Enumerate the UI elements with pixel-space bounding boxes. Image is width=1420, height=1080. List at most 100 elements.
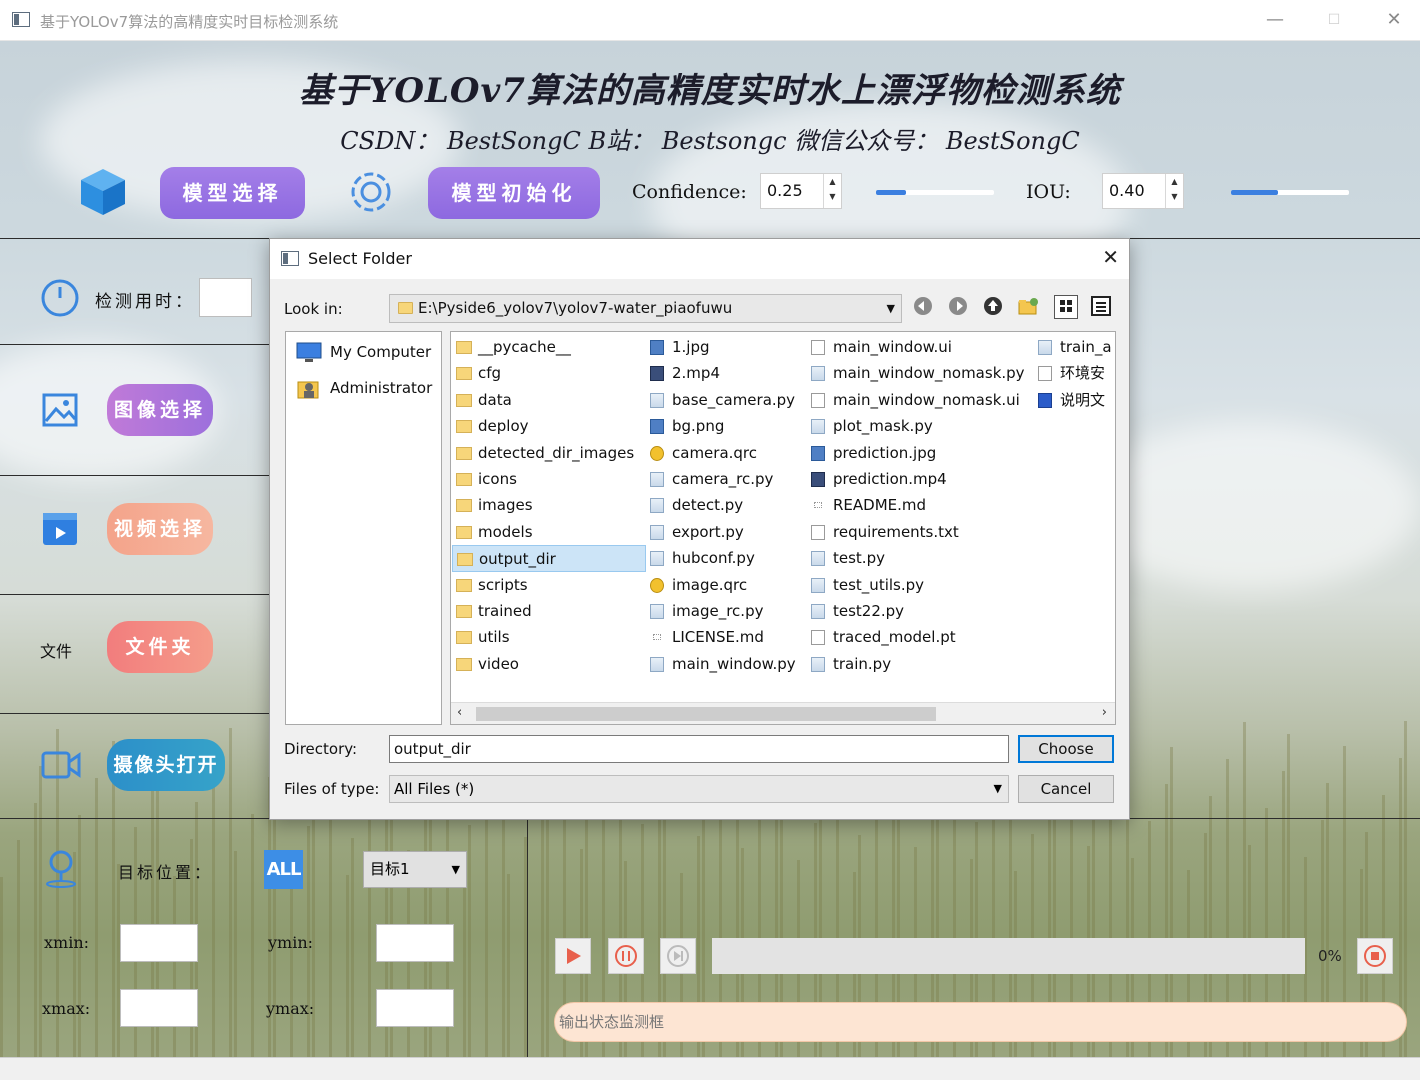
pause-button[interactable] bbox=[608, 938, 644, 974]
confidence-spinbox[interactable]: 0.25 ▲ ▼ bbox=[760, 173, 842, 209]
scrollbar-thumb[interactable] bbox=[476, 707, 936, 721]
places-sidebar: My Computer Administrator bbox=[285, 331, 442, 725]
file-item[interactable]: trained bbox=[452, 598, 646, 624]
back-button[interactable] bbox=[911, 295, 935, 319]
sidebar-item-administrator[interactable]: Administrator bbox=[330, 379, 432, 397]
iou-slider[interactable] bbox=[1231, 190, 1349, 195]
py-file-icon bbox=[811, 419, 825, 435]
xmin-label: xmin: bbox=[44, 933, 90, 952]
new-folder-button[interactable] bbox=[1016, 295, 1040, 319]
file-item[interactable]: test.py bbox=[807, 545, 1035, 571]
file-item[interactable]: data bbox=[452, 387, 646, 413]
file-item[interactable]: prediction.jpg bbox=[807, 440, 1035, 466]
file-item[interactable]: models bbox=[452, 519, 646, 545]
spin-arrows-icon[interactable]: ▲ ▼ bbox=[1165, 174, 1183, 208]
iou-spinbox[interactable]: 0.40 ▲ ▼ bbox=[1102, 173, 1184, 209]
minimize-button[interactable]: — bbox=[1255, 6, 1295, 34]
file-item[interactable]: main_window_nomask.ui bbox=[807, 387, 1035, 413]
file-item[interactable]: plot_mask.py bbox=[807, 413, 1035, 439]
up-arrow-icon bbox=[984, 297, 1002, 315]
spin-arrows-icon[interactable]: ▲ ▼ bbox=[823, 174, 841, 208]
file-item[interactable]: detect.py bbox=[646, 492, 808, 518]
close-button[interactable]: ✕ bbox=[1374, 6, 1414, 34]
detect-time-label: 检测用时： bbox=[95, 292, 195, 312]
maximize-button[interactable]: ☐ bbox=[1314, 6, 1354, 34]
file-item[interactable]: prediction.mp4 bbox=[807, 466, 1035, 492]
video-progress-bar[interactable] bbox=[712, 938, 1305, 974]
choose-button[interactable]: Choose bbox=[1018, 735, 1114, 763]
file-item[interactable]: README.md bbox=[807, 492, 1035, 518]
file-item[interactable]: export.py bbox=[646, 519, 808, 545]
file-item[interactable]: output_dir bbox=[452, 545, 646, 572]
file-item[interactable]: video bbox=[452, 651, 646, 677]
target-select-dropdown[interactable]: 目标1 ▼ bbox=[363, 851, 467, 888]
file-item[interactable]: utils bbox=[452, 624, 646, 650]
cloud-decoration bbox=[1080, 421, 1420, 591]
file-item-label: icons bbox=[478, 469, 517, 488]
model-select-button[interactable]: 模型选择 bbox=[160, 167, 305, 219]
file-item[interactable]: main_window.ui bbox=[807, 334, 1035, 360]
stop-button[interactable] bbox=[1357, 938, 1393, 974]
detail-view-button[interactable] bbox=[1089, 295, 1113, 319]
model-init-button[interactable]: 模型初始化 bbox=[428, 167, 600, 219]
file-item[interactable]: bg.png bbox=[646, 413, 808, 439]
file-item[interactable]: test_utils.py bbox=[807, 572, 1035, 598]
folder-icon bbox=[456, 499, 472, 513]
scroll-right-icon[interactable]: › bbox=[1102, 705, 1107, 720]
directory-input[interactable]: output_dir bbox=[389, 735, 1009, 763]
file-item[interactable]: __pycache__ bbox=[452, 334, 646, 360]
look-in-path: E:\Pyside6_yolov7\yolov7-water_piaofuwu bbox=[418, 299, 733, 317]
file-item[interactable]: camera.qrc bbox=[646, 440, 808, 466]
list-view-button[interactable] bbox=[1054, 295, 1078, 319]
parent-directory-button[interactable] bbox=[981, 295, 1005, 319]
file-item[interactable]: base_camera.py bbox=[646, 387, 808, 413]
file-item-label: requirements.txt bbox=[833, 522, 959, 541]
horizontal-scrollbar[interactable]: ‹ › bbox=[451, 702, 1115, 724]
file-item[interactable]: scripts bbox=[452, 572, 646, 598]
camera-open-button[interactable]: 摄像头打开 bbox=[107, 739, 225, 791]
file-item[interactable]: cfg bbox=[452, 360, 646, 386]
target-position-label: 目标位置： bbox=[118, 863, 214, 882]
file-item[interactable]: 1.jpg bbox=[646, 334, 808, 360]
doc-file-icon bbox=[811, 392, 825, 408]
cancel-button[interactable]: Cancel bbox=[1018, 775, 1114, 803]
file-item[interactable]: image_rc.py bbox=[646, 598, 808, 624]
md-file-icon bbox=[653, 634, 661, 641]
file-item-label: trained bbox=[478, 601, 532, 620]
scroll-left-icon[interactable]: ‹ bbox=[457, 705, 462, 720]
file-item-label: 说明文 bbox=[1060, 390, 1106, 409]
file-item[interactable]: detected_dir_images bbox=[452, 440, 646, 466]
file-item[interactable]: images bbox=[452, 492, 646, 518]
file-item[interactable]: deploy bbox=[452, 413, 646, 439]
file-item[interactable]: camera_rc.py bbox=[646, 466, 808, 492]
file-item[interactable]: icons bbox=[452, 466, 646, 492]
file-item[interactable]: test22.py bbox=[807, 598, 1035, 624]
look-in-combo[interactable]: E:\Pyside6_yolov7\yolov7-water_piaofuwu … bbox=[389, 294, 902, 323]
dialog-close-button[interactable]: ✕ bbox=[1102, 245, 1119, 269]
forward-button[interactable] bbox=[946, 295, 970, 319]
folder-select-button[interactable]: 文件夹 bbox=[107, 621, 213, 673]
file-item[interactable]: traced_model.pt bbox=[807, 624, 1035, 650]
play-button[interactable] bbox=[555, 938, 591, 974]
file-item[interactable]: 2.mp4 bbox=[646, 360, 808, 386]
file-item[interactable]: hubconf.py bbox=[646, 545, 808, 571]
file-item-label: camera_rc.py bbox=[672, 469, 774, 488]
files-of-type-combo[interactable]: All Files (*) ▼ bbox=[389, 775, 1009, 803]
file-item[interactable]: train_a bbox=[1034, 334, 1115, 360]
img-file-icon bbox=[811, 445, 825, 461]
all-targets-button[interactable]: ALL bbox=[264, 850, 303, 889]
file-item[interactable]: main_window_nomask.py bbox=[807, 360, 1035, 386]
sidebar-item-my-computer[interactable]: My Computer bbox=[330, 343, 431, 361]
file-item[interactable]: main_window.py bbox=[646, 651, 808, 677]
file-item[interactable]: 说明文 bbox=[1034, 387, 1115, 413]
file-item-label: prediction.mp4 bbox=[833, 469, 947, 488]
image-select-button[interactable]: 图像选择 bbox=[107, 384, 213, 436]
file-item[interactable]: 环境安 bbox=[1034, 360, 1115, 386]
file-item[interactable]: requirements.txt bbox=[807, 519, 1035, 545]
file-item[interactable]: LICENSE.md bbox=[646, 624, 808, 650]
video-select-button[interactable]: 视频选择 bbox=[107, 503, 213, 555]
next-frame-button[interactable] bbox=[660, 938, 696, 974]
file-item[interactable]: train.py bbox=[807, 651, 1035, 677]
file-item[interactable]: image.qrc bbox=[646, 572, 808, 598]
confidence-slider[interactable] bbox=[876, 190, 994, 195]
